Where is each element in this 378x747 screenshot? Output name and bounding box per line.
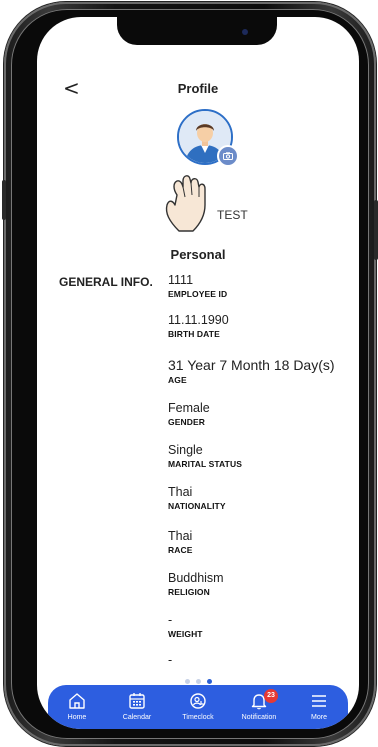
tab-label: Calendar <box>122 714 152 721</box>
bottom-tab-bar: Home Calendar Timeclock 23 Notification … <box>48 685 348 729</box>
field-gender: Female GENDER <box>168 401 210 427</box>
tab-label: Timeclock <box>182 714 214 721</box>
field-weight: - WEIGHT <box>168 613 203 639</box>
app-screen: < Profile TEST Personal GENERAL INFO. 11… <box>37 17 359 729</box>
field-age: 31 Year 7 Month 18 Day(s) AGE <box>168 357 335 385</box>
general-info-label: GENERAL INFO. <box>59 275 153 289</box>
tab-label: Notification <box>241 714 277 721</box>
menu-icon <box>312 695 326 707</box>
camera-icon <box>223 152 233 160</box>
volume-button <box>2 180 6 220</box>
timeclock-icon <box>190 693 206 709</box>
home-icon <box>69 693 85 709</box>
field-label: RACE <box>168 545 193 555</box>
tab-home[interactable]: Home <box>52 691 102 721</box>
page-title: Profile <box>177 81 219 96</box>
field-label: GENDER <box>168 417 205 427</box>
field-religion: Buddhism RELIGION <box>168 571 224 597</box>
field-label: MARITAL STATUS <box>168 459 242 469</box>
field-label: RELIGION <box>168 587 210 597</box>
page-dot-active <box>206 679 212 684</box>
field-value: 31 Year 7 Month 18 Day(s) <box>168 357 335 373</box>
field-value: - <box>168 613 173 627</box>
tab-label: More <box>311 714 327 721</box>
field-marital-status: Single MARITAL STATUS <box>168 443 242 469</box>
tab-label: Home <box>67 714 87 721</box>
field-birth-date: 11.11.1990 BIRTH DATE <box>168 313 229 339</box>
change-photo-button[interactable] <box>217 145 239 167</box>
tab-notification[interactable]: 23 Notification <box>234 689 284 721</box>
field-nationality: Thai NATIONALITY <box>168 485 226 511</box>
field-next: - <box>168 653 172 667</box>
field-label: NATIONALITY <box>168 501 226 511</box>
field-value: 11.11.1990 <box>168 313 229 327</box>
page-dot <box>195 679 201 684</box>
field-value: Single <box>168 443 203 457</box>
side-button <box>374 200 378 260</box>
field-label: WEIGHT <box>168 629 203 639</box>
front-camera <box>242 29 248 35</box>
tab-timeclock[interactable]: Timeclock <box>173 691 223 721</box>
calendar-icon <box>129 693 145 709</box>
tab-more[interactable]: More <box>294 691 344 721</box>
profile-avatar[interactable] <box>177 109 239 167</box>
field-label: BIRTH DATE <box>168 329 220 339</box>
section-title: Personal <box>170 247 226 262</box>
field-employee-id: 1111 EMPLOYEE ID <box>168 273 227 299</box>
field-race: Thai RACE <box>168 529 193 555</box>
notification-badge: 23 <box>264 689 278 703</box>
tap-hand-icon <box>165 175 206 232</box>
field-value: Thai <box>168 485 193 499</box>
field-label: AGE <box>168 375 187 385</box>
page-dot <box>184 679 190 684</box>
field-value: Thai <box>168 529 193 543</box>
field-value: 1111 <box>168 273 194 287</box>
field-label: EMPLOYEE ID <box>168 289 228 299</box>
tab-calendar[interactable]: Calendar <box>112 691 162 721</box>
field-value: Buddhism <box>168 571 224 585</box>
field-value: - <box>168 653 173 667</box>
field-value: Female <box>168 401 210 415</box>
notch <box>117 17 277 45</box>
